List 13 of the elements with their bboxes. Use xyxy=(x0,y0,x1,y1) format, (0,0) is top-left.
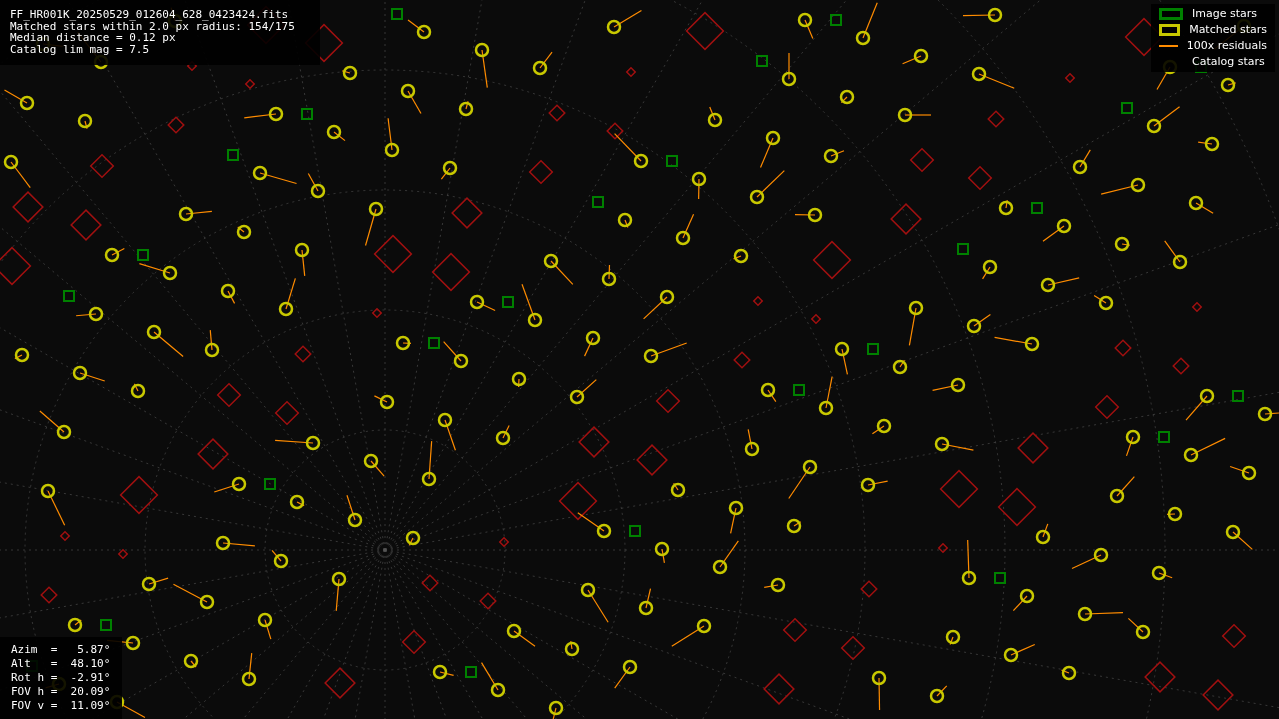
info-text: Catalog lim mag = 7.5 xyxy=(10,43,151,55)
info-text: Median distance = 0.12 px xyxy=(10,32,176,44)
pointing-text: Alt = 48.10° xyxy=(11,657,111,671)
pointing-text: Azim = 5.87° xyxy=(11,643,111,657)
pointing-text: FOV v = 11.09° xyxy=(11,699,111,713)
pointing-text: FOV h = 20.09° xyxy=(11,685,111,699)
legend-label: 100x residuals xyxy=(1186,37,1267,54)
legend-label: Catalog stars xyxy=(1192,53,1265,70)
legend-label: Matched stars xyxy=(1189,21,1267,38)
info-text: Matched stars within 2.0 px radius: 154/175 xyxy=(10,20,296,32)
legend-label: Image stars xyxy=(1192,5,1257,22)
info-text: FF_HR001K_20250529_012604_628_0423424.fits xyxy=(10,9,290,21)
pointing-text: Rot h = -2.91° xyxy=(11,671,111,685)
